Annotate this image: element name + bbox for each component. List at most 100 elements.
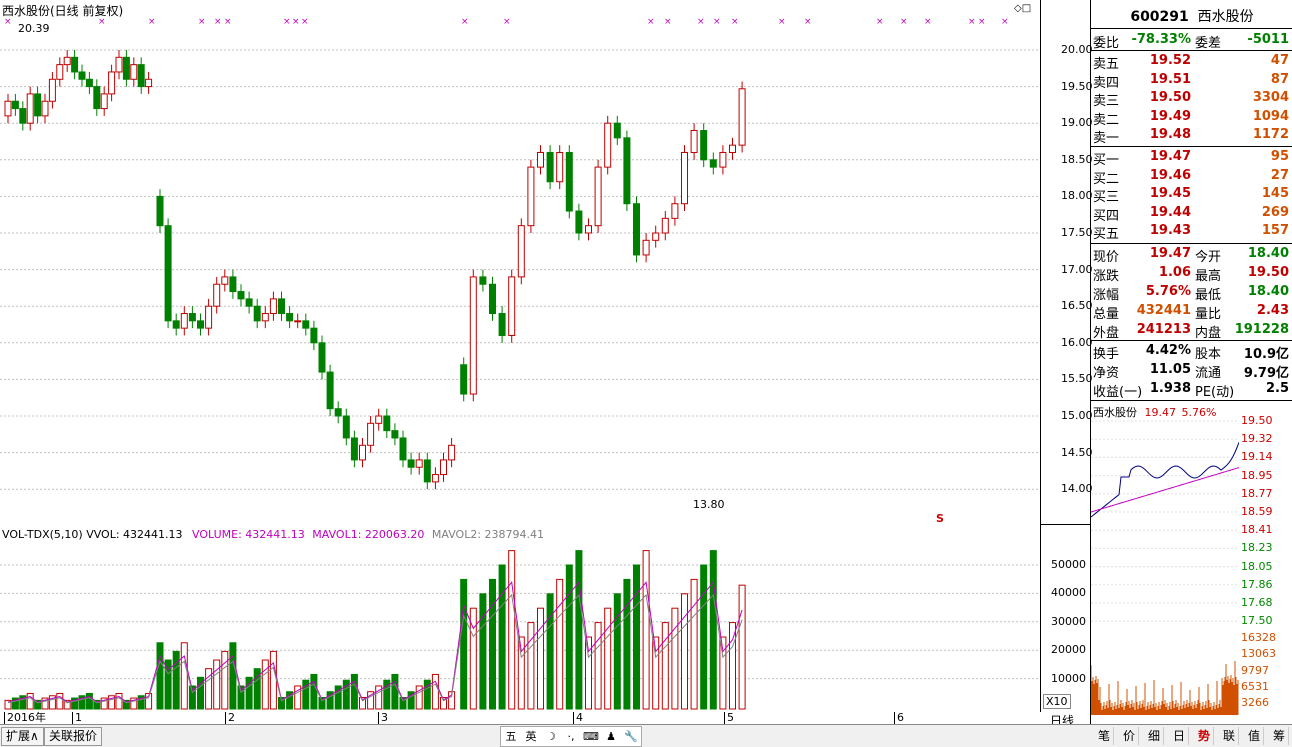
sell-level[interactable]: 卖三 19.50 3304 (1091, 89, 1292, 109)
sell-level[interactable]: 卖二 19.49 1094 (1091, 108, 1292, 128)
bottom-toolbar: 扩展∧ 关联报价 五英 ☽ ·, ⌨ ♟ 🔧 笔价细日势联值筹 (0, 724, 1292, 747)
ime-icon[interactable]: ·, (561, 727, 581, 746)
price-tick: 19.00 (1061, 116, 1093, 130)
sell-level[interactable]: 卖四 19.51 87 (1091, 71, 1292, 91)
date-tick: 4 (573, 712, 583, 724)
volume-bar (623, 578, 631, 710)
candle (108, 64, 116, 102)
candle (604, 115, 612, 175)
candle (709, 152, 717, 175)
event-marker: × (900, 17, 908, 27)
volume-bar (85, 692, 93, 710)
stat-row: 涨跌 1.06 最高 19.50 (1093, 265, 1289, 284)
intraday-mini-chart[interactable]: 西水股份 19.47 5.76% 19.50 19.32 19.14 18.95 18.… (1091, 403, 1292, 715)
panel-tab[interactable]: 日 (1170, 727, 1189, 745)
sell-level[interactable]: 卖一 19.48 1172 (1091, 126, 1292, 146)
vol-tick: 40000 (1051, 586, 1086, 600)
volume-bar (26, 692, 34, 710)
ime-icon[interactable]: 五 (501, 727, 521, 746)
level-label: 买一 (1093, 153, 1120, 168)
volume-bar (156, 642, 164, 710)
level-label: 卖五 (1093, 57, 1120, 72)
panel-tab[interactable]: 价 (1120, 727, 1139, 745)
ime-icon[interactable]: 🔧 (621, 727, 641, 746)
expand-button[interactable]: 扩展∧ (1, 727, 44, 746)
buy-level[interactable]: 买二 19.46 27 (1091, 167, 1292, 187)
candle (229, 269, 237, 299)
ime-icon[interactable]: ⌨ (581, 727, 601, 746)
volume-bar (56, 692, 64, 710)
price-axis: 20.00 19.50 19.00 18.50 18.00 17.50 17.00 16.50… (1040, 0, 1093, 712)
panel-tab[interactable]: 细 (1145, 727, 1164, 745)
mini-price-tick: 18.41 (1241, 523, 1273, 537)
candle (613, 115, 621, 146)
candle (594, 159, 602, 233)
volume-bar (489, 578, 496, 710)
candle (253, 298, 261, 329)
volume-chart[interactable] (0, 526, 1040, 712)
ime-toolbar[interactable]: 五英 ☽ ·, ⌨ ♟ 🔧 (500, 726, 642, 747)
date-tick: 6 (894, 712, 904, 724)
price-tick: 18.00 (1061, 189, 1093, 203)
candle (642, 233, 650, 263)
level-price: 19.46 (1149, 167, 1191, 183)
candle (431, 467, 439, 490)
candle (78, 64, 86, 87)
weicha-label: 委差 (1195, 36, 1222, 51)
candle (26, 86, 34, 131)
zoom-icon[interactable]: ◇□ (1014, 3, 1031, 14)
event-marker: × (731, 17, 739, 27)
mini-vol-tick: 6531 (1241, 679, 1269, 693)
candlestick-chart[interactable]: × × × × × × × × × × × × × × × × × × × × × × × × (0, 0, 1040, 522)
chart-title: 西水股份(日线 前复权) (2, 4, 124, 18)
volume-bar (391, 673, 399, 710)
ime-icon[interactable]: ☽ (541, 727, 561, 746)
volume-bar (498, 564, 506, 710)
candle (729, 137, 736, 160)
price-tick: 18.50 (1061, 152, 1093, 166)
date-tick: 2 (225, 712, 235, 724)
event-marker: × (292, 17, 300, 27)
sell-level[interactable]: 卖五 19.52 47 (1091, 52, 1292, 72)
volume-bar (527, 622, 535, 710)
event-marker: × (713, 17, 721, 27)
candle (575, 203, 583, 241)
panel-tab[interactable]: 笔 (1095, 727, 1114, 745)
candle (546, 145, 554, 190)
panel-tab[interactable]: 势 (1195, 727, 1214, 745)
mini-price-tick: 18.05 (1241, 559, 1273, 573)
level-volume: 145 (1261, 186, 1289, 201)
panel-tab[interactable]: 联 (1220, 727, 1239, 745)
volume-bar (671, 607, 679, 710)
level-price: 19.51 (1149, 71, 1191, 87)
buy-level[interactable]: 买三 19.45 145 (1091, 185, 1292, 205)
buy-level[interactable]: 买五 19.43 157 (1091, 222, 1292, 242)
volume-bar (479, 593, 487, 710)
ime-icon[interactable]: ♟ (601, 727, 621, 746)
level-price: 19.49 (1149, 108, 1191, 124)
mavol1-line (7, 581, 743, 703)
mini-price-tick: 19.32 (1241, 432, 1273, 446)
candle (130, 57, 138, 87)
panel-tab[interactable]: 值 (1245, 727, 1264, 745)
ime-icon[interactable]: 英 (521, 727, 541, 746)
candle (286, 306, 294, 329)
candle (71, 50, 79, 80)
level-volume: 3304 (1252, 90, 1289, 105)
panel-tab[interactable]: 筹 (1270, 727, 1289, 745)
candle (359, 437, 366, 468)
level-label: 买五 (1093, 227, 1120, 242)
buy-level[interactable]: 买一 19.47 95 (1091, 148, 1292, 168)
stat-row: 外盘 241213 内盘 191228 (1093, 322, 1289, 341)
candle (188, 306, 196, 329)
mavol2-line (7, 593, 743, 704)
related-quotes-button[interactable]: 关联报价 (44, 727, 103, 746)
mini-price-tick: 17.86 (1241, 577, 1273, 591)
volume-bar (229, 642, 237, 710)
candle (671, 196, 679, 226)
volume-bar (431, 673, 439, 710)
volume-bar (310, 673, 318, 710)
volume-bar (508, 550, 516, 710)
candle (245, 291, 253, 314)
buy-level[interactable]: 买四 19.44 269 (1091, 204, 1292, 224)
